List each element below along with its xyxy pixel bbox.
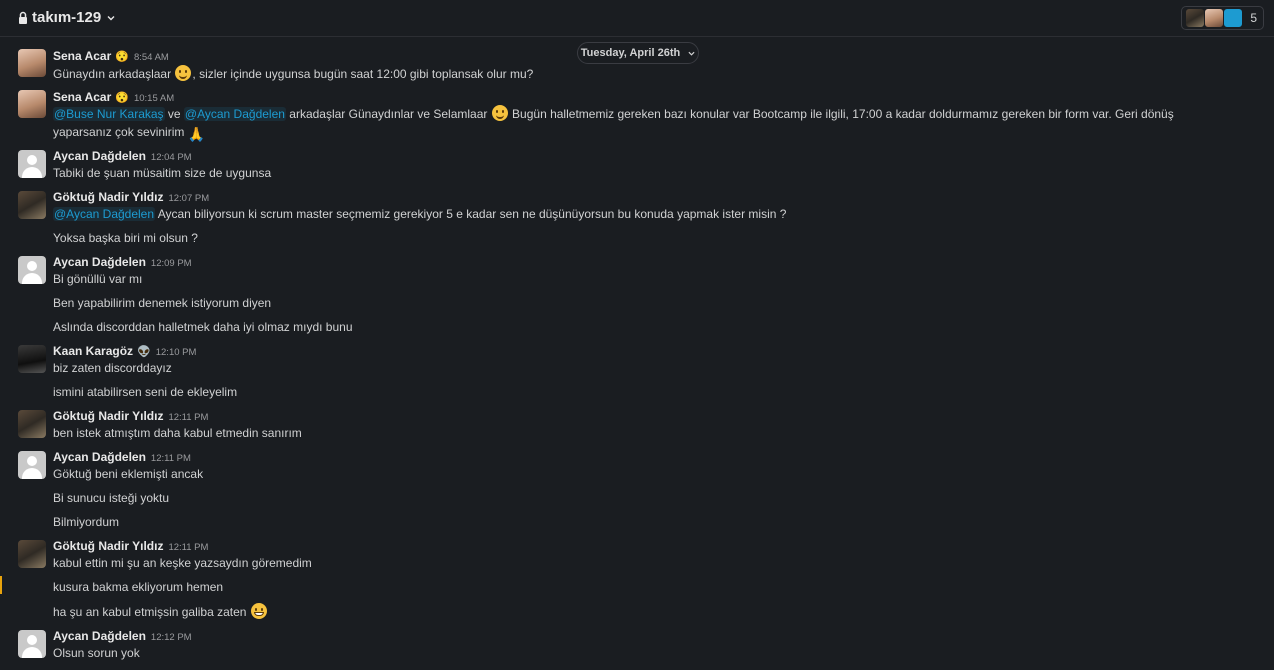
message-text: @Buse Nur Karakaş ve @Aycan Dağdelen ark… <box>53 105 1174 142</box>
message-text: Günaydın arkadaşlaar , sizler içinde uyg… <box>53 65 534 81</box>
avatar[interactable] <box>18 90 46 118</box>
timestamp[interactable]: 12:07 PM <box>168 193 209 204</box>
member-avatar <box>1185 8 1206 28</box>
message-header: Göktuğ Nadir Yıldız 12:07 PM <box>53 190 209 204</box>
message-text: ben istek atmıştım daha kabul etmedin sa… <box>53 426 302 440</box>
avatar[interactable] <box>18 540 46 568</box>
author-name[interactable]: Aycan Dağdelen <box>53 255 146 269</box>
message-text: biz zaten discorddayız <box>53 361 172 375</box>
avatar[interactable] <box>18 150 46 178</box>
message-text: ismini atabilirsen seni de ekleyelim <box>53 385 238 399</box>
date-divider-button[interactable]: Tuesday, April 26th <box>577 42 699 64</box>
channel-header: takım-129 5 <box>0 0 1274 37</box>
author-name[interactable]: Sena Acar <box>53 49 111 63</box>
timestamp[interactable]: 12:12 PM <box>151 632 192 643</box>
author-name[interactable]: Aycan Dağdelen <box>53 149 146 163</box>
timestamp[interactable]: 8:54 AM <box>134 52 169 63</box>
timestamp[interactable]: 12:10 PM <box>156 347 197 358</box>
channel-name: takım-129 <box>32 9 102 26</box>
author-name[interactable]: Göktuğ Nadir Yıldız <box>53 539 163 553</box>
avatar[interactable] <box>18 256 46 284</box>
message-header: Aycan Dağdelen 12:09 PM <box>53 255 192 269</box>
message-header: Sena Acar 😯 8:54 AM <box>53 49 169 63</box>
channel-name-button[interactable]: takım-129 <box>18 9 115 26</box>
message-text: Bi sunucu isteği yoktu <box>53 491 170 505</box>
user-mention[interactable]: @Aycan Dağdelen <box>183 107 286 121</box>
avatar[interactable] <box>18 451 46 479</box>
status-emoji: 😯 <box>115 51 129 63</box>
avatar[interactable] <box>18 410 46 438</box>
message-text: Bilmiyordum <box>53 515 120 529</box>
pray-emoji-icon: 🙏 <box>187 126 206 142</box>
message-text: Olsun sorun yok <box>53 646 140 660</box>
timestamp[interactable]: 12:09 PM <box>151 258 192 269</box>
timestamp[interactable]: 10:15 AM <box>134 93 174 104</box>
author-name[interactable]: Göktuğ Nadir Yıldız <box>53 190 163 204</box>
message-text: Aslında discorddan halletmek daha iyi ol… <box>53 320 353 334</box>
message-text: ha şu an kabul etmişsin galiba zaten <box>53 603 268 619</box>
message-header: Aycan Dağdelen 12:04 PM <box>53 149 192 163</box>
avatar[interactable] <box>18 191 46 219</box>
message-text: kabul ettin mi şu an keşke yazsaydın gör… <box>53 556 312 570</box>
avatar[interactable] <box>18 345 46 373</box>
message-header: Aycan Dağdelen 12:12 PM <box>53 629 192 643</box>
member-avatar <box>1204 8 1225 28</box>
chevron-down-icon <box>688 51 695 56</box>
timestamp[interactable]: 12:04 PM <box>151 152 192 163</box>
author-name[interactable]: Sena Acar <box>53 90 111 104</box>
avatar[interactable] <box>18 49 46 77</box>
timestamp[interactable]: 12:11 PM <box>168 412 208 423</box>
timestamp[interactable]: 12:11 PM <box>151 453 191 464</box>
date-label: Tuesday, April 26th <box>580 47 681 59</box>
message-header: Sena Acar 😯 10:15 AM <box>53 90 174 104</box>
status-emoji: 😯 <box>115 92 129 104</box>
member-avatar <box>1223 8 1244 28</box>
message-text: Ben yapabilirim denemek istiyorum diyen <box>53 296 272 310</box>
message-text: kusura bakma ekliyorum hemen <box>53 580 224 594</box>
message-text: Bi gönüllü var mı <box>53 272 143 286</box>
user-mention[interactable]: @Buse Nur Karakaş <box>53 107 165 121</box>
smile-emoji-icon <box>175 65 192 81</box>
avatar[interactable] <box>18 630 46 658</box>
members-button[interactable]: 5 <box>1181 6 1264 30</box>
timestamp[interactable]: 12:11 PM <box>168 542 208 553</box>
message-header: Göktuğ Nadir Yıldız 12:11 PM <box>53 539 208 553</box>
chevron-down-icon <box>107 15 115 20</box>
author-name[interactable]: Aycan Dağdelen <box>53 629 146 643</box>
message-text: @Aycan Dağdelen Aycan biliyorsun ki scru… <box>53 207 787 221</box>
grin-emoji-icon <box>250 603 267 619</box>
unread-marker <box>0 576 2 594</box>
message-text: Yoksa başka biri mi olsun ? <box>53 231 198 245</box>
author-name[interactable]: Aycan Dağdelen <box>53 450 146 464</box>
message-header: Göktuğ Nadir Yıldız 12:11 PM <box>53 409 208 423</box>
message-text: Göktuğ beni eklemişti ancak <box>53 467 204 481</box>
message-text: Tabiki de şuan müsaitim size de uygunsa <box>53 166 272 180</box>
lock-icon <box>19 11 27 24</box>
member-count: 5 <box>1250 11 1257 25</box>
author-name[interactable]: Kaan Karagöz <box>53 344 133 358</box>
status-emoji: 👽 <box>137 346 151 358</box>
smile-emoji-icon <box>491 105 508 121</box>
message-header: Aycan Dağdelen 12:11 PM <box>53 450 191 464</box>
message-header: Kaan Karagöz 👽 12:10 PM <box>53 344 196 358</box>
author-name[interactable]: Göktuğ Nadir Yıldız <box>53 409 163 423</box>
user-mention[interactable]: @Aycan Dağdelen <box>53 207 156 221</box>
